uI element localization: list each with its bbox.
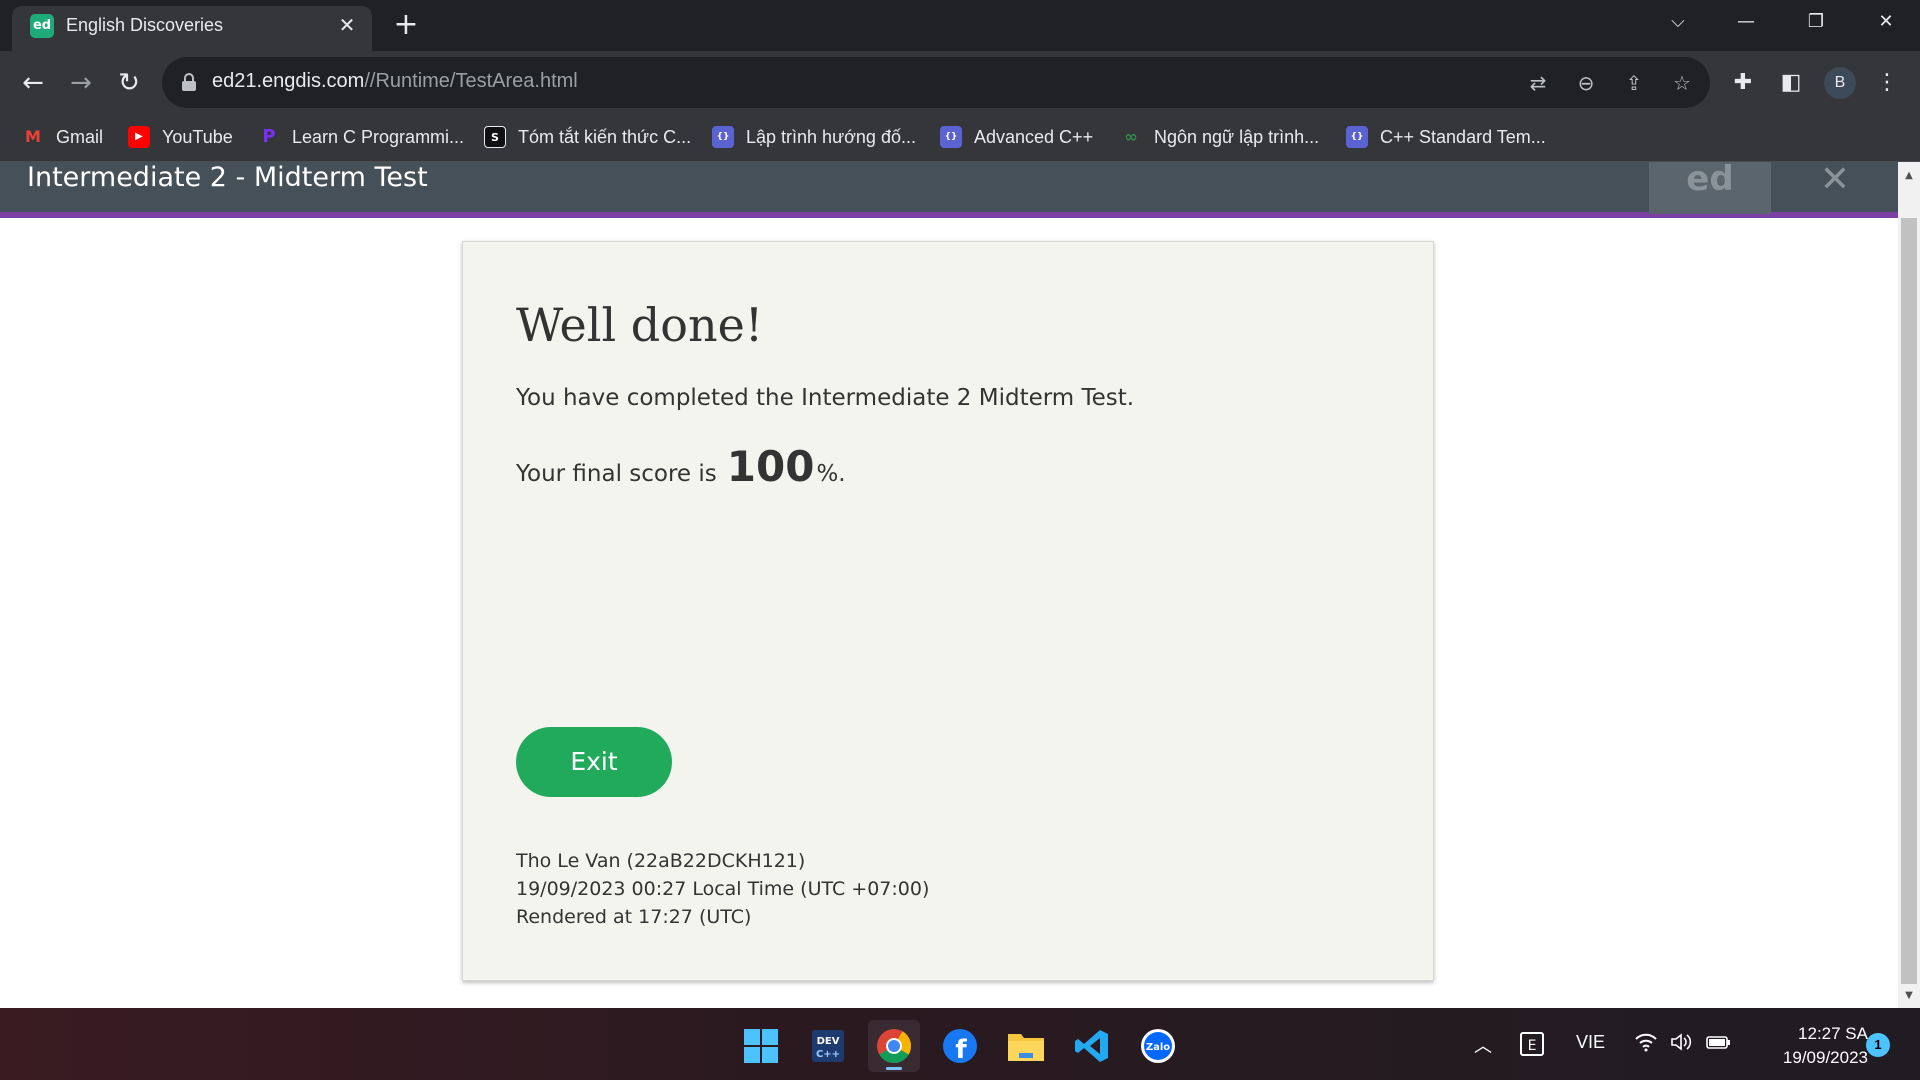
bookmark-site-icon: S — [484, 126, 506, 148]
score-suffix: %. — [816, 461, 846, 487]
close-icon[interactable]: ✕ — [1815, 160, 1855, 200]
extensions-puzzle-icon[interactable]: ✚ — [1726, 66, 1760, 100]
notification-badge[interactable]: 1 — [1866, 1033, 1890, 1057]
bookmark-youtube[interactable]: ▶ YouTube — [128, 124, 233, 150]
minimize-button[interactable]: — — [1712, 0, 1780, 44]
restore-button[interactable]: ❐ — [1782, 0, 1850, 44]
bookmark-tom-tat[interactable]: S Tóm tắt kiến thức C... — [484, 124, 691, 150]
wifi-icon[interactable] — [1634, 1032, 1658, 1057]
lock-icon[interactable] — [182, 73, 196, 91]
start-windows-icon[interactable] — [735, 1020, 787, 1072]
local-time: 19/09/2023 00:27 Local Time (UTC +07:00) — [516, 878, 930, 900]
page-scrollbar[interactable]: ▲ ▼ — [1898, 162, 1920, 1008]
bookmark-ngon-ngu-lap-trinh[interactable]: ∞ Ngôn ngữ lập trình... — [1120, 124, 1319, 150]
bookmark-site-icon: {} — [712, 126, 734, 148]
svg-text:E: E — [1528, 1038, 1537, 1054]
result-heading: Well done! — [516, 298, 764, 352]
score-value: 100 — [726, 442, 815, 491]
result-card: Well done! You have completed the Interm… — [462, 241, 1434, 981]
close-window-button[interactable]: ✕ — [1852, 0, 1920, 44]
side-panel-icon[interactable]: ◧ — [1774, 66, 1808, 100]
final-score-line: Your final score is 100 %. — [516, 442, 846, 491]
back-button[interactable]: ← — [14, 64, 52, 102]
translate-icon[interactable]: ⇄ — [1524, 69, 1552, 97]
volume-icon[interactable] — [1670, 1032, 1692, 1057]
facebook-icon[interactable]: f — [934, 1020, 986, 1072]
exit-button[interactable]: Exit — [516, 727, 672, 797]
completion-message: You have completed the Intermediate 2 Mi… — [516, 385, 1135, 411]
address-bar[interactable]: ed21.engdis.com//Runtime/TestArea.html ⇄… — [162, 57, 1710, 108]
vscode-icon[interactable] — [1066, 1020, 1118, 1072]
zoom-out-icon[interactable]: ⊖ — [1572, 69, 1600, 97]
bookmark-gmail[interactable]: M Gmail — [22, 124, 103, 150]
tab-search-chevron-icon[interactable]: ⌵ — [1644, 0, 1712, 44]
url-text[interactable]: ed21.engdis.com//Runtime/TestArea.html — [212, 70, 578, 93]
browser-tab[interactable]: ed English Discoveries ✕ — [12, 6, 372, 51]
clock-time: 12:27 SA — [1798, 1024, 1868, 1043]
rendered-time: Rendered at 17:27 (UTC) — [516, 906, 752, 928]
bookmark-star-icon[interactable]: ☆ — [1668, 69, 1696, 97]
bookmark-site-icon: {} — [940, 126, 962, 148]
bookmarks-bar: M Gmail ▶ YouTube P Learn C Programmi...… — [0, 114, 1920, 162]
bookmark-learn-c[interactable]: P Learn C Programmi... — [258, 124, 464, 150]
clock-date: 19/09/2023 — [1782, 1048, 1868, 1067]
system-clock[interactable]: 12:27 SA 19/09/2023 — [1748, 1022, 1868, 1070]
language-indicator[interactable]: VIE — [1576, 1032, 1605, 1053]
windows-taskbar: DEV C++ f Zalo ︿ E VIE 12:27 SA 19/09/20… — [0, 1008, 1920, 1080]
zalo-icon[interactable]: Zalo — [1132, 1020, 1184, 1072]
profile-avatar[interactable]: B — [1824, 67, 1856, 99]
score-prefix: Your final score is — [516, 461, 717, 487]
bookmark-lap-trinh-huong-doi-tuong[interactable]: {} Lập trình hướng đố... — [712, 124, 916, 150]
reload-button[interactable]: ↻ — [110, 64, 148, 102]
battery-icon[interactable] — [1706, 1032, 1732, 1057]
file-explorer-icon[interactable] — [1000, 1020, 1052, 1072]
forward-button[interactable]: → — [62, 64, 100, 102]
bookmark-cpp-standard-template[interactable]: {} C++ Standard Tem... — [1346, 124, 1546, 150]
svg-text:C++: C++ — [816, 1049, 840, 1060]
input-method-icon[interactable]: E — [1520, 1032, 1544, 1061]
gmail-icon: M — [25, 127, 41, 146]
bookmark-site-icon: ∞ — [1124, 127, 1138, 146]
chrome-icon[interactable] — [868, 1020, 920, 1072]
ed-logo: ed — [1649, 162, 1771, 214]
student-name: Tho Le Van (22aB22DCKH121) — [516, 850, 806, 872]
scroll-up-icon[interactable]: ▲ — [1901, 168, 1917, 184]
new-tab-button[interactable]: + — [390, 10, 422, 42]
scrollbar-thumb[interactable] — [1901, 218, 1917, 984]
menu-kebab-icon[interactable]: ⋮ — [1870, 66, 1904, 100]
svg-text:Zalo: Zalo — [1146, 1042, 1170, 1053]
youtube-icon: ▶ — [128, 126, 150, 148]
share-icon[interactable]: ⇪ — [1620, 69, 1648, 97]
close-tab-icon[interactable]: ✕ — [332, 10, 362, 40]
bookmark-site-icon: P — [262, 126, 276, 147]
tab-strip: ed English Discoveries ✕ + ⌵ — ❐ ✕ — [0, 0, 1920, 51]
tab-title: English Discoveries — [66, 15, 224, 35]
session-info: Tho Le Van (22aB22DCKH121) 19/09/2023 00… — [516, 847, 929, 931]
devcpp-icon[interactable]: DEV C++ — [802, 1020, 854, 1072]
browser-toolbar: ← → ↻ ed21.engdis.com//Runtime/TestArea.… — [0, 51, 1920, 114]
page-title: Intermediate 2 - Midterm Test — [27, 162, 428, 193]
bookmark-site-icon: {} — [1346, 126, 1368, 148]
bookmark-advanced-cpp[interactable]: {} Advanced C++ — [940, 124, 1093, 150]
show-hidden-icons-chevron-icon[interactable]: ︿ — [1474, 1032, 1492, 1058]
test-header-bar: Intermediate 2 - Midterm Test ed ✕ — [0, 160, 1898, 218]
site-favicon-icon: ed — [30, 14, 54, 38]
scroll-down-icon[interactable]: ▼ — [1901, 988, 1917, 1004]
svg-text:DEV: DEV — [817, 1036, 840, 1047]
svg-text:f: f — [955, 1035, 967, 1064]
